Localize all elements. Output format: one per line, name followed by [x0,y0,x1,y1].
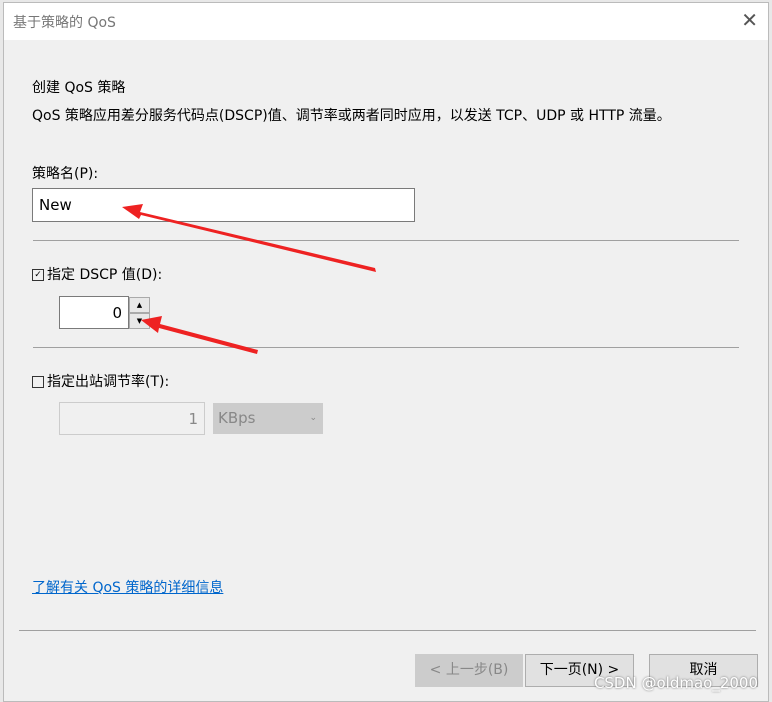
arrow-to-policy-name [122,204,376,272]
arrow-to-spinner [141,316,258,354]
watermark: CSDN @oldmao_2000 [593,674,758,692]
annotation-arrows [122,204,376,354]
